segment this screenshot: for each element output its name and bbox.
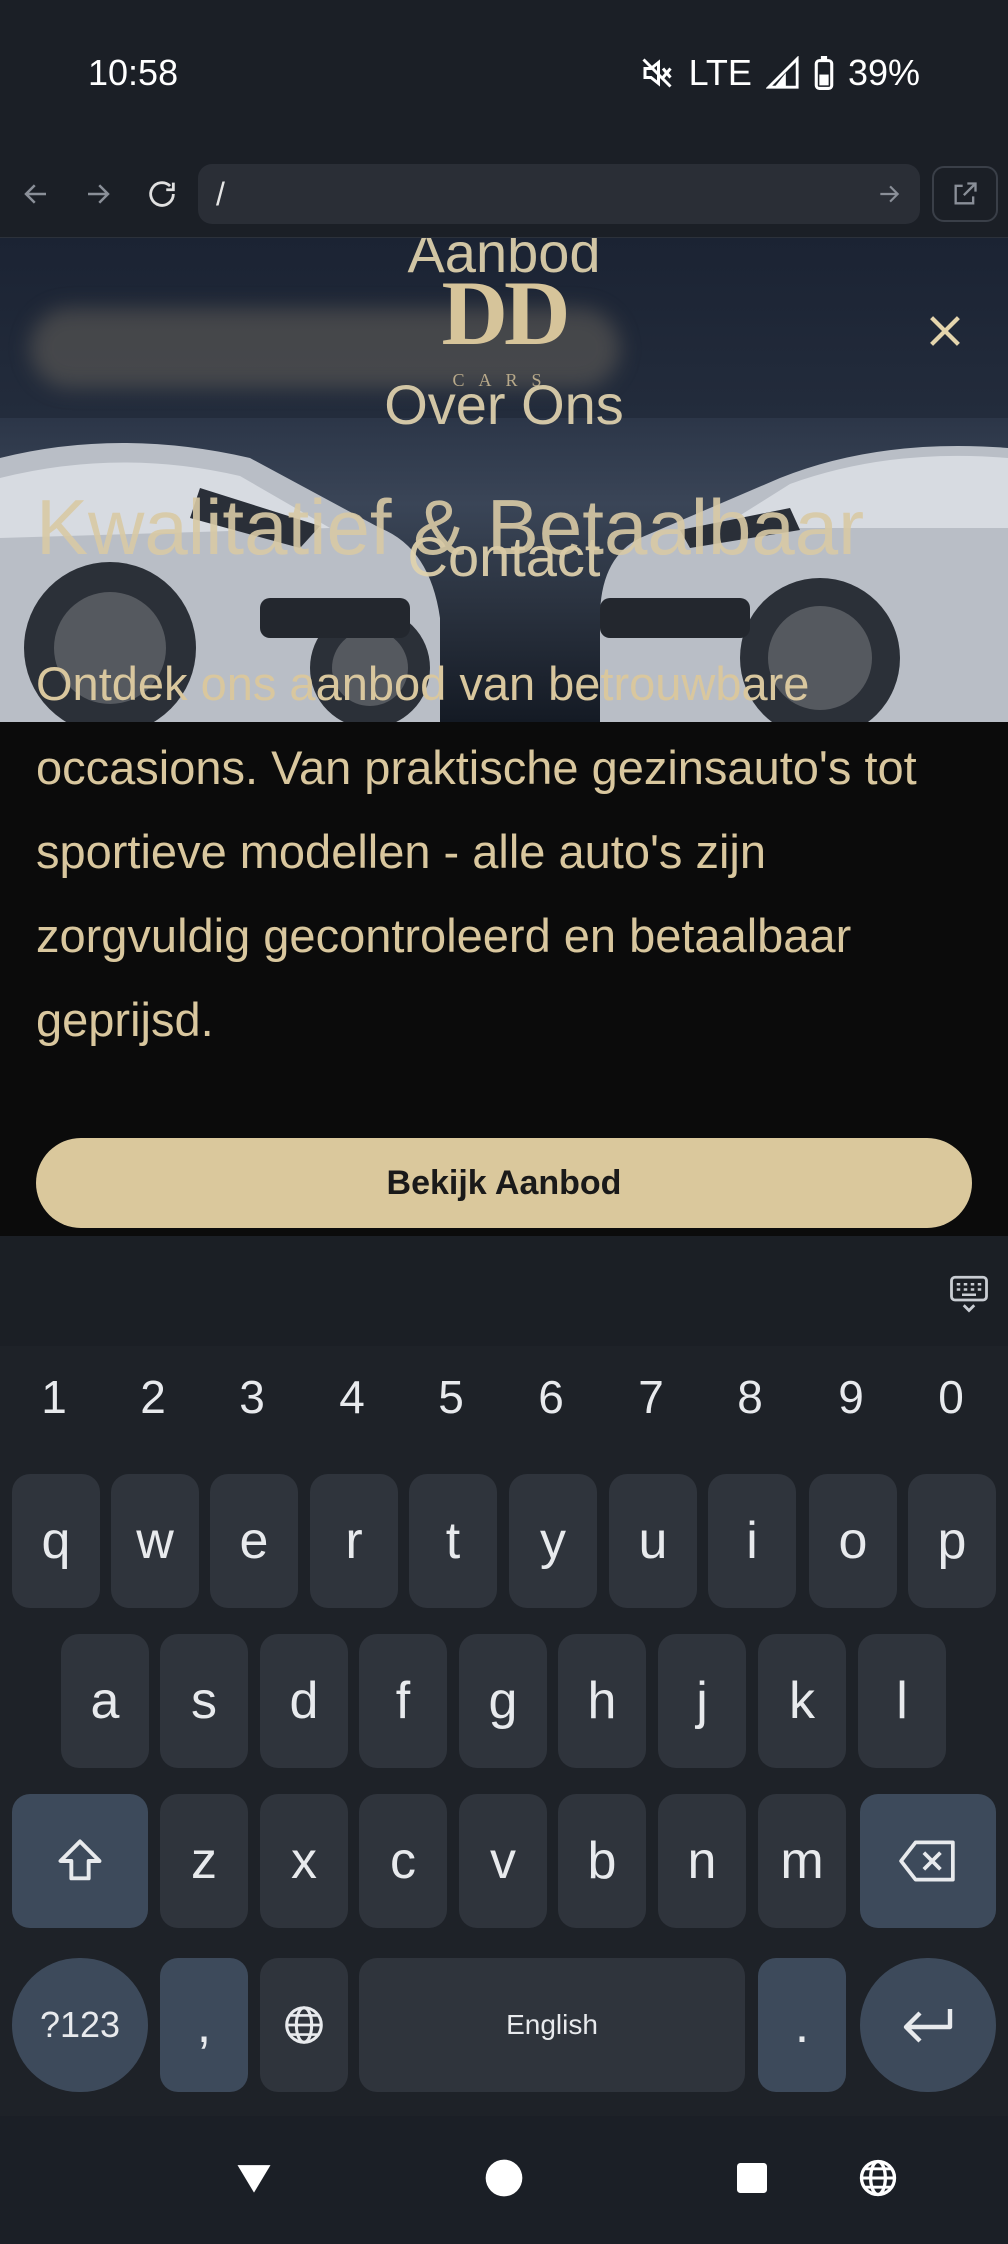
key-p[interactable]: p	[908, 1474, 996, 1608]
battery-percent: 39%	[847, 52, 920, 93]
signal-icon	[765, 56, 800, 90]
key-g[interactable]: g	[459, 1634, 547, 1768]
recents-nav-icon[interactable]	[732, 2156, 772, 2205]
key-s[interactable]: s	[160, 1634, 248, 1768]
key-z[interactable]: z	[160, 1794, 248, 1928]
globe-icon	[285, 2006, 323, 2044]
key-j[interactable]: j	[658, 1634, 746, 1768]
space-bar[interactable]: English	[359, 1958, 745, 2092]
back-nav-icon[interactable]	[232, 2156, 276, 2205]
go-arrow-icon[interactable]	[876, 178, 902, 215]
key-d[interactable]: d	[260, 1634, 348, 1768]
url-field[interactable]: /	[198, 164, 920, 224]
shift-key[interactable]	[12, 1794, 148, 1928]
key-o[interactable]: o	[809, 1474, 897, 1608]
forward-arrow-icon[interactable]	[74, 170, 122, 218]
keyboard-hide-icon[interactable]	[948, 1272, 990, 1319]
key-5[interactable]: 5	[401, 1370, 501, 1424]
open-external-icon[interactable]	[932, 166, 998, 222]
network-label: LTE	[688, 52, 752, 93]
menu-item-aanbod[interactable]: Aanbod	[0, 238, 1008, 285]
key-8[interactable]: 8	[700, 1370, 800, 1424]
key-7[interactable]: 7	[601, 1370, 701, 1424]
key-r[interactable]: r	[310, 1474, 398, 1608]
key-y[interactable]: y	[509, 1474, 597, 1608]
key-6[interactable]: 6	[501, 1370, 601, 1424]
key-3[interactable]: 3	[202, 1370, 302, 1424]
key-9[interactable]: 9	[801, 1370, 901, 1424]
key-q[interactable]: q	[12, 1474, 100, 1608]
enter-key[interactable]	[860, 1958, 996, 2092]
key-a[interactable]: a	[61, 1634, 149, 1768]
key-1[interactable]: 1	[4, 1370, 104, 1424]
back-arrow-icon[interactable]	[12, 170, 60, 218]
period-key[interactable]: .	[758, 1958, 846, 2092]
globe-nav-icon[interactable]	[856, 2156, 900, 2205]
shift-icon	[58, 1839, 102, 1881]
backspace-key[interactable]	[860, 1794, 996, 1928]
symbols-key[interactable]: ?123	[12, 1958, 148, 2092]
key-v[interactable]: v	[459, 1794, 547, 1928]
close-menu-icon[interactable]	[922, 308, 968, 354]
key-0[interactable]: 0	[901, 1370, 1001, 1424]
key-k[interactable]: k	[758, 1634, 846, 1768]
browser-toolbar: /	[0, 150, 1008, 238]
key-c[interactable]: c	[359, 1794, 447, 1928]
system-nav-bar	[0, 2116, 1008, 2244]
key-w[interactable]: w	[111, 1474, 199, 1608]
key-n[interactable]: n	[658, 1794, 746, 1928]
status-icons: LTE 39%	[639, 52, 920, 94]
mute-icon	[639, 55, 675, 91]
key-4[interactable]: 4	[302, 1370, 402, 1424]
web-page: DD CARS Aanbod Over Ons Contact Kwalitat…	[0, 238, 1008, 1236]
hero-title: Kwalitatief & Betaalbaar	[36, 483, 865, 571]
key-h[interactable]: h	[558, 1634, 646, 1768]
key-e[interactable]: e	[210, 1474, 298, 1608]
keyboard-toolbar	[0, 1236, 1008, 1346]
reload-icon[interactable]	[138, 170, 186, 218]
key-b[interactable]: b	[558, 1794, 646, 1928]
on-screen-keyboard: 1 2 3 4 5 6 7 8 9 0 q w e r t y u i o p …	[0, 1236, 1008, 2116]
key-f[interactable]: f	[359, 1634, 447, 1768]
language-key[interactable]	[260, 1958, 348, 2092]
home-nav-icon[interactable]	[482, 2156, 526, 2205]
status-time: 10:58	[88, 52, 179, 93]
key-l[interactable]: l	[858, 1634, 946, 1768]
number-row: 1 2 3 4 5 6 7 8 9 0	[0, 1370, 1008, 1450]
key-i[interactable]: i	[708, 1474, 796, 1608]
status-bar: 10:58 LTE 39%	[0, 0, 1008, 150]
key-m[interactable]: m	[758, 1794, 846, 1928]
backspace-icon	[899, 1840, 955, 1882]
menu-item-over-ons[interactable]: Over Ons	[0, 372, 1008, 437]
enter-icon	[903, 2009, 953, 2043]
battery-icon	[814, 56, 834, 90]
view-offer-button[interactable]: Bekijk Aanbod	[36, 1138, 972, 1228]
hero-description: Ontdek ons aanbod van betrouwbare occasi…	[36, 657, 917, 1046]
key-t[interactable]: t	[409, 1474, 497, 1608]
comma-key[interactable]: ,	[160, 1958, 248, 2092]
key-2[interactable]: 2	[103, 1370, 203, 1424]
key-u[interactable]: u	[609, 1474, 697, 1608]
url-text: /	[216, 176, 225, 212]
key-x[interactable]: x	[260, 1794, 348, 1928]
